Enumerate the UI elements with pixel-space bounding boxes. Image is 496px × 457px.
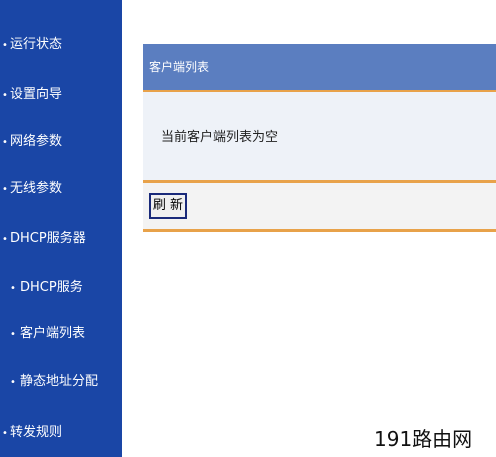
empty-list-message: 当前客户端列表为空: [161, 130, 279, 145]
sidebar-item-label: 转发规则: [10, 425, 63, 440]
bullet-icon: •: [10, 377, 16, 388]
sidebar-item-wireless-params[interactable]: • 无线参数: [0, 180, 62, 199]
sidebar-item-running-status[interactable]: • 运行状态: [0, 36, 62, 55]
bullet-icon: •: [2, 428, 8, 439]
sidebar-item-label: 运行状态: [10, 37, 63, 52]
panel-title: 客户端列表: [143, 44, 496, 92]
watermark-text: 191路由网: [374, 427, 473, 451]
bullet-icon: •: [10, 283, 16, 294]
bullet-icon: •: [2, 234, 8, 245]
sidebar-item-label: 无线参数: [10, 181, 63, 196]
sidebar-item-dhcp-service[interactable]: • DHCP服务: [6, 279, 83, 298]
panel-body: 当前客户端列表为空: [143, 92, 496, 180]
bullet-icon: •: [10, 329, 16, 340]
client-list-panel: 客户端列表 当前客户端列表为空 刷 新: [143, 44, 496, 244]
sidebar-item-label: 设置向导: [10, 87, 63, 102]
sidebar-item-forwarding-rules[interactable]: • 转发规则: [0, 424, 62, 443]
bullet-icon: •: [2, 137, 8, 148]
sidebar-item-label: DHCP服务器: [10, 231, 86, 246]
bullet-icon: •: [2, 184, 8, 195]
sidebar-item-network-params[interactable]: • 网络参数: [0, 133, 62, 152]
sidebar-item-client-list[interactable]: • 客户端列表: [6, 325, 85, 344]
sidebar-item-label: 客户端列表: [20, 326, 86, 341]
bullet-icon: •: [2, 40, 8, 51]
sidebar-nav: • 运行状态 • 设置向导 • 网络参数 • 无线参数 • DHCP服务器 • DHCP服务…: [0, 0, 122, 457]
sidebar-item-dhcp-server[interactable]: • DHCP服务器: [0, 230, 86, 249]
sidebar-item-setup-wizard[interactable]: • 设置向导: [0, 86, 62, 105]
sidebar-item-label: DHCP服务: [20, 280, 83, 295]
sidebar-item-static-address[interactable]: • 静态地址分配: [6, 373, 98, 392]
refresh-button[interactable]: 刷 新: [149, 193, 187, 219]
sidebar-item-label: 静态地址分配: [20, 374, 99, 389]
sidebar-item-label: 网络参数: [10, 134, 63, 149]
bullet-icon: •: [2, 90, 8, 101]
panel-footer: 刷 新: [143, 180, 496, 232]
